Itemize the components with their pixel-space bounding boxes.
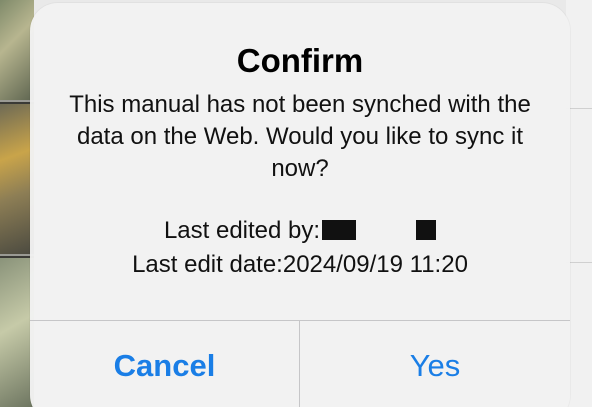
screen: Confirm This manual has not been synched… [0,0,592,407]
last-edit-date-label: Last edit date: [132,251,283,278]
alert-message: This manual has not been synched with th… [69,91,531,182]
last-edit-date-row: Last edit date:2024/09/19 11:20 [30,249,570,281]
alert-content: Confirm This manual has not been synched… [30,3,570,321]
background-thumbnail-strip [0,0,34,407]
alert-title: Confirm [236,42,364,79]
confirm-alert-dialog: Confirm This manual has not been synched… [30,3,570,407]
cancel-button[interactable]: Cancel [30,321,299,407]
background-thumbnail [0,104,34,256]
redacted-name-block [322,220,357,240]
yes-button[interactable]: Yes [300,321,570,407]
background-thumbnail [0,258,34,407]
background-thumbnail [0,0,34,102]
last-edited-by-row: Last edited by: [30,215,570,247]
redacted-name-block [416,220,437,240]
last-edited-by-label: Last edited by: [163,217,321,244]
last-edit-date-value: 2024/09/19 11:20 [282,251,468,278]
